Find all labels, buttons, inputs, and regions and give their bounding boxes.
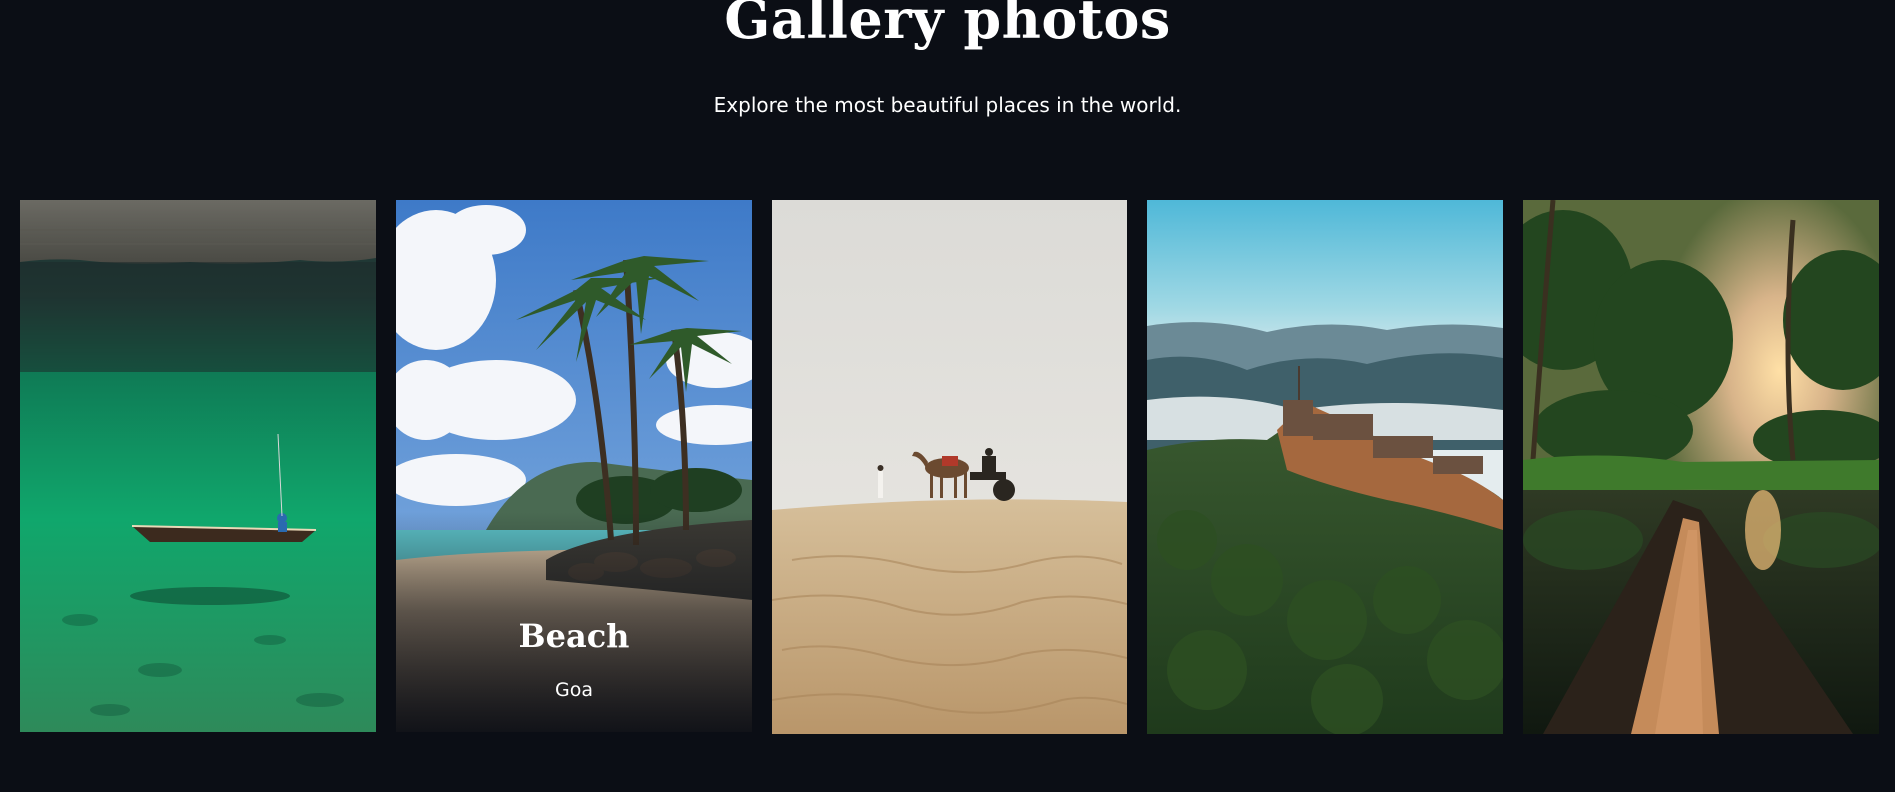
card-caption: Beach Goa — [396, 512, 752, 732]
gallery-card-backwater[interactable] — [1523, 200, 1879, 734]
card-title: Beach — [518, 617, 630, 655]
desert-photo — [772, 200, 1127, 734]
gallery-card-desert[interactable] — [772, 200, 1127, 734]
gallery-grid: Beach Goa — [0, 0, 1895, 792]
gallery-card-fort[interactable] — [1147, 200, 1503, 734]
card-location: Goa — [555, 679, 593, 701]
gallery-card-lake[interactable] — [20, 200, 376, 732]
fort-photo — [1147, 200, 1503, 734]
backwater-photo — [1523, 200, 1879, 734]
gallery-card-beach[interactable]: Beach Goa — [396, 200, 752, 732]
lake-photo — [20, 200, 376, 732]
